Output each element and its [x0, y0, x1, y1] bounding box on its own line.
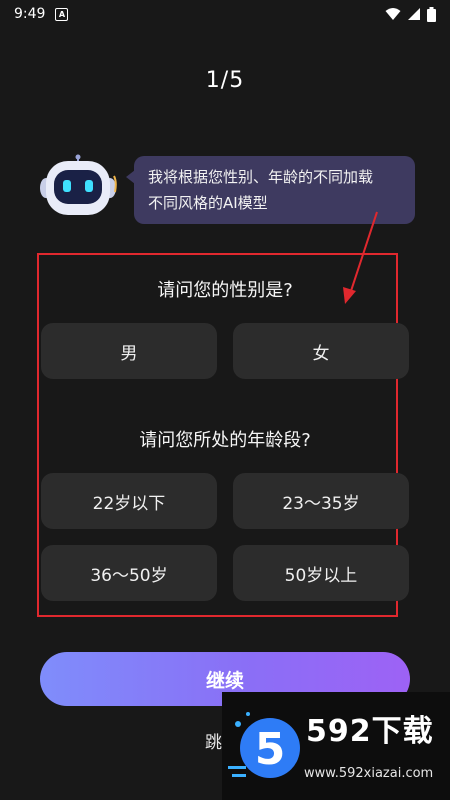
svg-text:5: 5 [255, 724, 286, 775]
step-progress: 1/5 [205, 68, 245, 93]
signal-icon [408, 8, 420, 20]
bubble-line-1: 我将根据您性别、年龄的不同加载 [148, 168, 374, 186]
watermark-logo-icon: 5 [228, 712, 300, 778]
status-bar: 9:49 A [0, 0, 450, 28]
age-option-23-35[interactable]: 23～35岁 [233, 473, 409, 529]
robot-avatar-icon [40, 154, 117, 215]
age-question: 请问您所处的年龄段? [139, 430, 311, 451]
gender-question: 请问您的性别是? [157, 280, 293, 301]
bubble-line-2: 不同风格的AI模型 [148, 194, 268, 212]
status-right [385, 6, 436, 22]
skip-link[interactable]: 跳 [205, 728, 222, 753]
watermark: 5 592下载 www.592xiazai.com [222, 692, 450, 800]
notification-icon: A [55, 7, 69, 21]
wifi-icon [385, 8, 401, 20]
intro-bubble: 我将根据您性别、年龄的不同加载 不同风格的AI模型 [134, 156, 415, 224]
status-left: 9:49 A [14, 6, 69, 22]
watermark-url: www.592xiazai.com [304, 766, 434, 781]
age-option-under-22[interactable]: 22岁以下 [41, 473, 217, 529]
age-option-over-50[interactable]: 50岁以上 [233, 545, 409, 601]
age-option-36-50[interactable]: 36～50岁 [41, 545, 217, 601]
gender-option-male[interactable]: 男 [41, 323, 217, 379]
status-time: 9:49 [14, 6, 46, 22]
watermark-brand: 592下载 [306, 714, 434, 749]
gender-option-female[interactable]: 女 [233, 323, 409, 379]
battery-icon [427, 6, 436, 22]
